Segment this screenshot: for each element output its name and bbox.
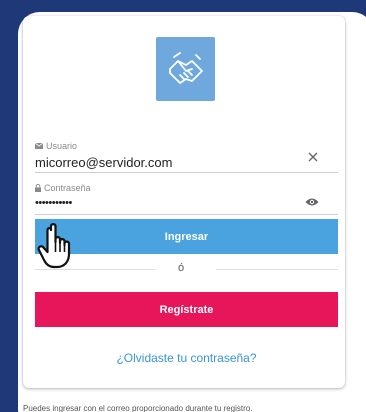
footer-note: Puedes ingresar con el correo proporcion… <box>23 404 253 412</box>
forgot-password-link[interactable]: ¿Olvidaste tu contraseña? <box>35 351 338 365</box>
password-input[interactable]: ••••••••••• <box>35 197 72 209</box>
pointer-hand-icon <box>37 223 71 269</box>
envelope-icon <box>35 143 43 149</box>
close-icon <box>308 152 318 162</box>
username-label-text: Usuario <box>46 141 78 151</box>
password-label-text: Contraseña <box>44 183 91 193</box>
toggle-password-button[interactable] <box>304 194 320 210</box>
register-button[interactable]: Regístrate <box>35 292 338 327</box>
divider-text: ó <box>178 262 185 274</box>
clear-username-button[interactable] <box>306 150 320 164</box>
handshake-icon <box>168 52 203 84</box>
username-label: Usuario <box>35 141 77 151</box>
divider-line-right <box>216 269 338 270</box>
login-button[interactable]: Ingresar <box>35 219 338 254</box>
password-label: Contraseña <box>35 183 91 193</box>
username-underline <box>35 172 338 173</box>
username-input[interactable]: micorreo@servidor.com <box>35 155 172 170</box>
app-logo <box>156 37 215 101</box>
eye-icon <box>305 198 319 206</box>
lock-icon <box>35 184 41 192</box>
password-underline <box>35 214 338 215</box>
